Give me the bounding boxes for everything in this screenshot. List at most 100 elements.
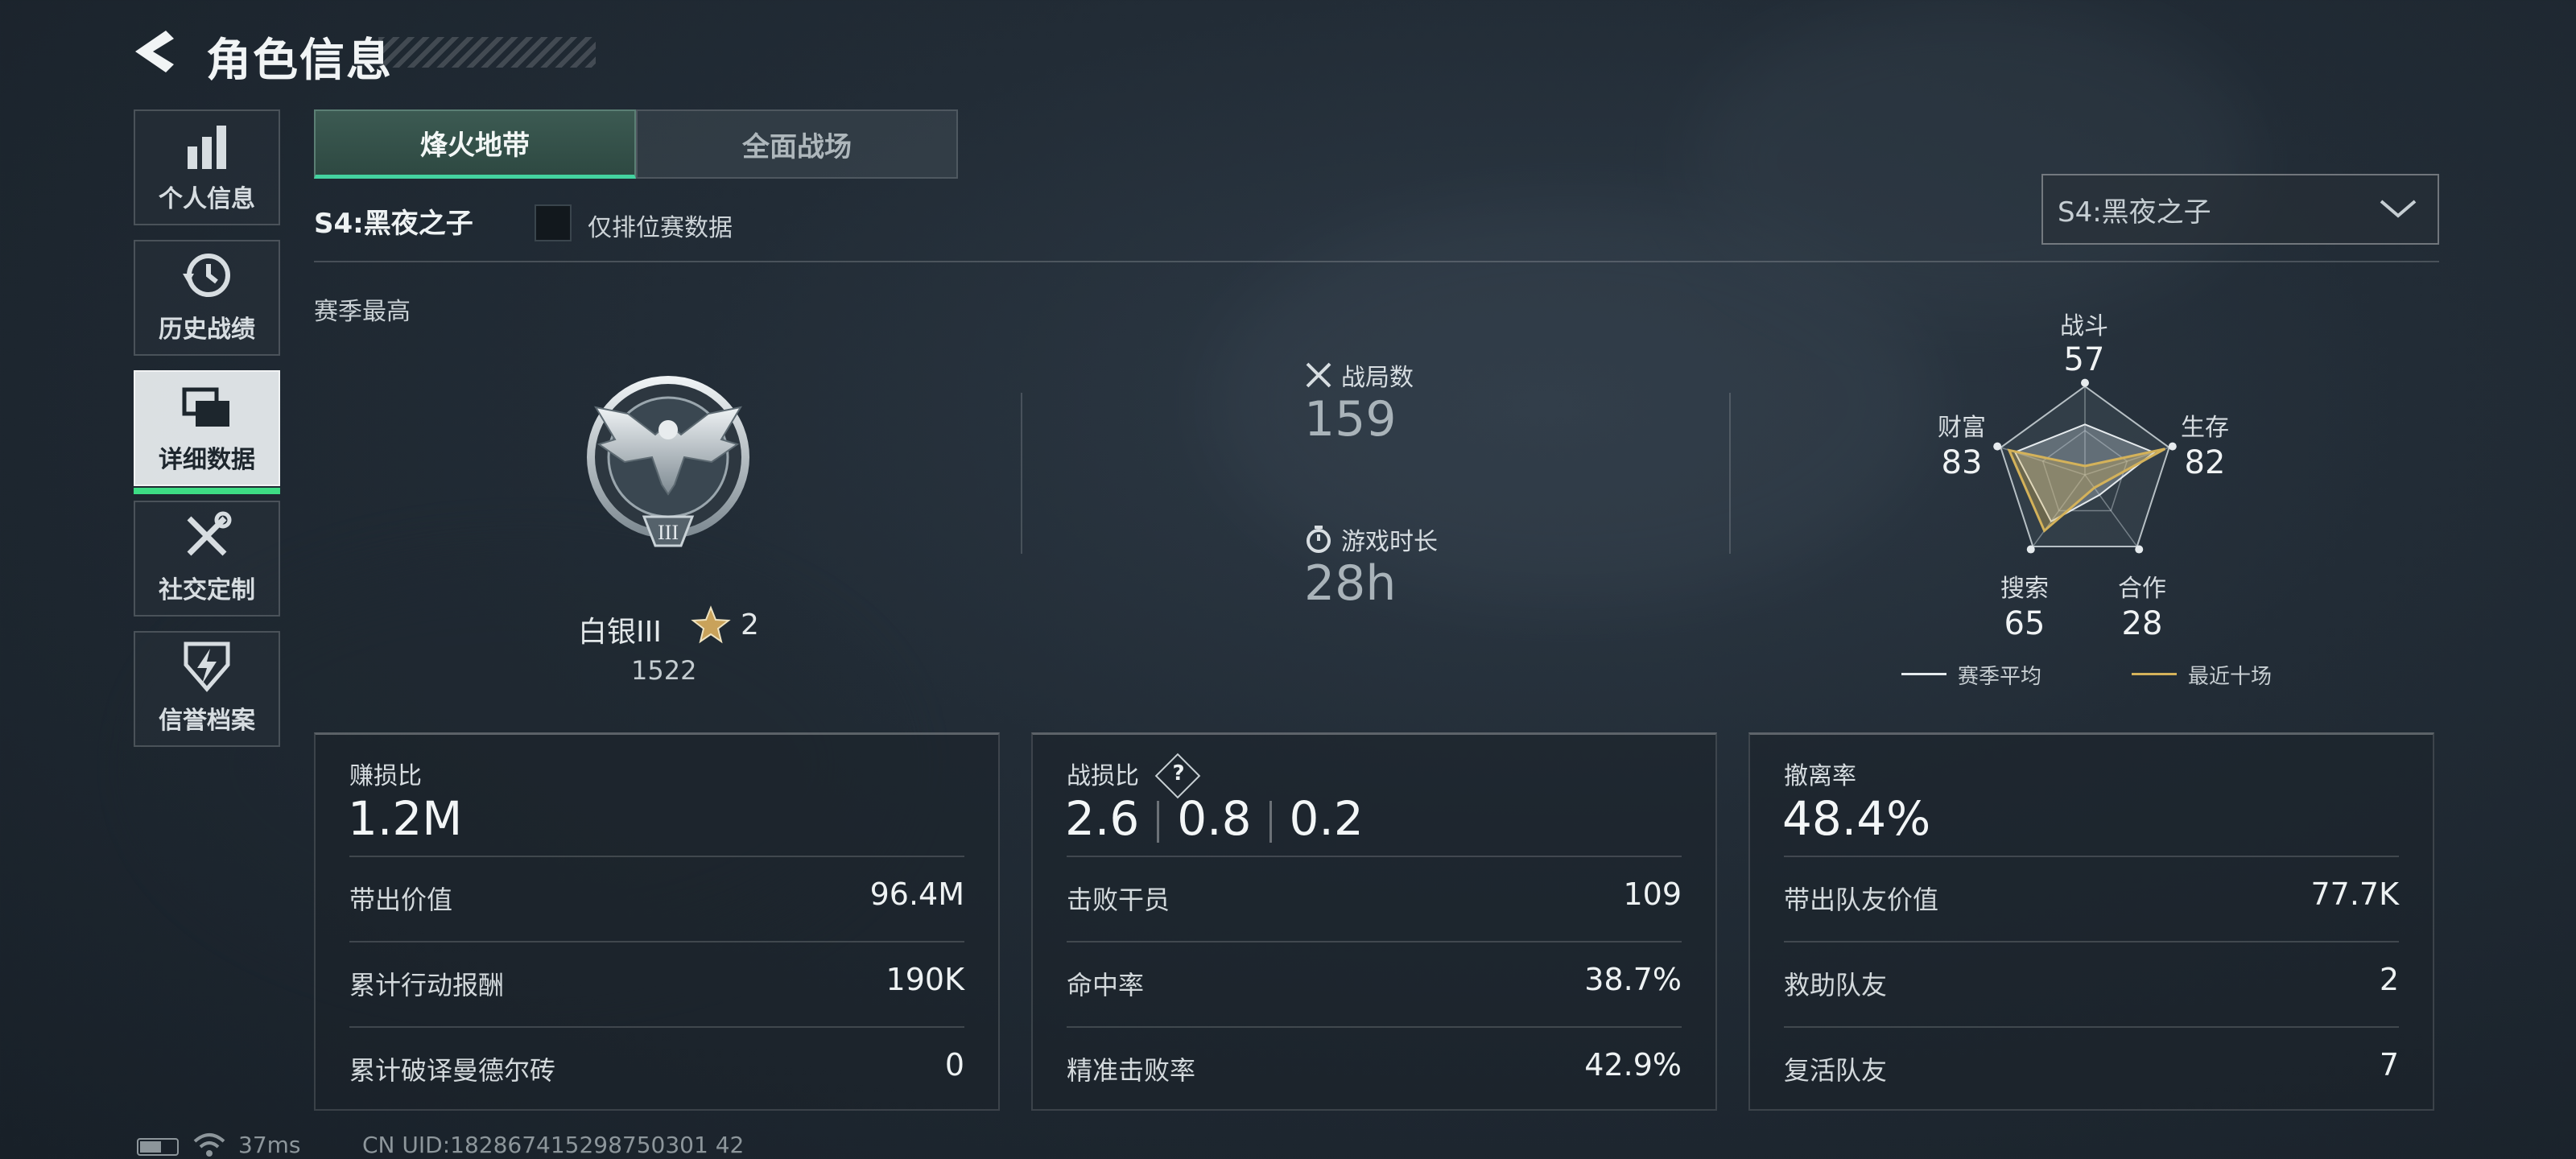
card-title: 赚损比 (349, 762, 422, 790)
legend-swatch-recent-ten (2132, 673, 2177, 675)
ping-value: 37ms (238, 1132, 301, 1158)
radar-vertex-dot (2081, 378, 2089, 387)
row-label: 复活队友 (1784, 1055, 1888, 1086)
divider (1067, 941, 1682, 942)
card-title-text: 战损比 (1067, 762, 1139, 790)
back-button[interactable] (129, 27, 185, 76)
radar-label-cooperation: 合作 (2118, 575, 2166, 603)
bar-chart-icon (188, 126, 226, 169)
radar-value-search: 65 (2004, 605, 2046, 642)
eagle-rank-icon: III (587, 376, 749, 547)
kd-ratio-card: 战损比 ? 2.6 0.8 0.2 击败干员 109 命中率 38.7% 精准击败率… (1031, 732, 1717, 1111)
kd-part-1: 2.6 (1065, 791, 1140, 846)
row-value: 7 (2379, 1047, 2399, 1083)
radar-value-cooperation: 28 (2121, 605, 2163, 642)
season-label: S4:黑夜之子 (314, 208, 473, 240)
battery-icon (137, 1138, 179, 1156)
wifi-icon (193, 1132, 225, 1159)
radar-label-search: 搜索 (2000, 575, 2049, 603)
tab-quanmian[interactable]: 全面战场 (636, 109, 958, 179)
separator (1269, 800, 1272, 843)
radar-value-combat: 57 (2063, 341, 2105, 378)
tools-icon (187, 511, 232, 556)
row-value: 77.7K (2310, 876, 2399, 912)
rank-score: 1522 (631, 655, 697, 686)
back-arrow-icon (135, 31, 174, 72)
row-value: 42.9% (1584, 1047, 1682, 1083)
row-label: 击败干员 (1067, 885, 1170, 915)
radar-value-wealth: 83 (1941, 444, 1983, 481)
divider (1784, 856, 2399, 857)
card-title: 撤离率 (1784, 762, 1856, 790)
divider (1729, 393, 1731, 554)
row-label: 累计行动报酬 (349, 970, 505, 1000)
divider (1021, 393, 1022, 554)
playtime-stat-header: 游戏时长 (1304, 522, 1438, 557)
divider (349, 856, 964, 857)
crossed-swords-icon (1306, 362, 1331, 388)
title-decoration (378, 37, 596, 68)
row-label: 带出队友价值 (1784, 885, 1939, 915)
rank-stars: 2 (741, 608, 759, 641)
ranked-only-checkbox[interactable] (535, 204, 572, 241)
matches-stat-header: 战局数 (1304, 357, 1414, 393)
card-title: 战损比 ? (1067, 753, 1200, 798)
ranked-only-label: 仅排位赛数据 (588, 214, 733, 242)
sidebar-item-detailed-data[interactable]: 详细数据 (134, 370, 280, 494)
divider (349, 1026, 964, 1028)
divider (1067, 856, 1682, 857)
row-value: 38.7% (1584, 962, 1682, 997)
card-main-value: 1.2M (348, 791, 463, 846)
row-value: 190K (886, 962, 964, 997)
row-value: 2 (2379, 962, 2399, 997)
row-label: 精准击败率 (1067, 1055, 1196, 1086)
radar-label-wealth: 财富 (1938, 414, 1986, 442)
radar-label-combat: 战斗 (2060, 312, 2108, 340)
card-main-value: 2.6 0.8 0.2 (1065, 791, 1364, 846)
history-icon (183, 254, 230, 297)
sidebar-item-label: 历史战绩 (159, 316, 255, 344)
profit-loss-card: 赚损比 1.2M 带出价值 96.4M 累计行动报酬 190K 累计破译曼德尔砖… (314, 732, 1000, 1111)
chevron-down-icon (2380, 200, 2417, 218)
shield-bolt-icon (184, 641, 230, 692)
row-label: 命中率 (1067, 970, 1145, 1000)
row-value: 109 (1623, 876, 1682, 912)
stopwatch-icon (1307, 526, 1331, 553)
radar-value-survival: 82 (2184, 444, 2226, 481)
matches-value: 159 (1304, 391, 1397, 448)
uid-text: CN UID:182867415298750301 42 (362, 1132, 745, 1158)
radar-vertex-dot (2168, 442, 2177, 451)
separator (1157, 800, 1160, 843)
divider (349, 941, 964, 942)
sidebar-item-label: 信誉档案 (159, 707, 255, 735)
sidebar-item-label: 个人信息 (159, 185, 255, 213)
row-label: 累计破译曼德尔砖 (349, 1055, 556, 1086)
extraction-rate-card: 撤离率 48.4% 带出队友价值 77.7K 救助队友 2 复活队友 7 (1748, 732, 2434, 1111)
season-select[interactable]: S4:黑夜之子 (2041, 174, 2439, 245)
row-value: 0 (944, 1047, 964, 1083)
sidebar-item-history[interactable]: 历史战绩 (134, 240, 280, 356)
sidebar-item-personal-info[interactable]: 个人信息 (134, 109, 280, 225)
matches-label: 战局数 (1341, 364, 1414, 392)
rank-badge: III (580, 367, 757, 560)
radar-label-survival: 生存 (2181, 414, 2229, 442)
divider (1784, 1026, 2399, 1028)
rank-name: 白银III (578, 616, 662, 649)
kd-part-3: 0.2 (1289, 791, 1364, 846)
divider (314, 261, 2439, 262)
rank-numeral: III (658, 521, 679, 544)
sidebar-item-label: 详细数据 (159, 446, 255, 474)
sidebar-item-social-customize[interactable]: 社交定制 (134, 501, 280, 617)
playtime-label: 游戏时长 (1341, 528, 1438, 556)
sidebar-item-reputation[interactable]: 信誉档案 (134, 631, 280, 747)
legend-season-avg: 赛季平均 (1958, 665, 2042, 689)
season-best-label: 赛季最高 (314, 298, 411, 326)
star-icon (691, 605, 731, 649)
legend-swatch-season-avg (1901, 673, 1946, 675)
cards-icon (182, 387, 229, 427)
tab-fenghuo[interactable]: 烽火地带 (314, 109, 636, 179)
kd-part-2: 0.8 (1177, 791, 1252, 846)
row-label: 带出价值 (349, 885, 453, 915)
radar-vertex-dot (2135, 545, 2144, 554)
radar-vertex-dot (2026, 545, 2035, 554)
